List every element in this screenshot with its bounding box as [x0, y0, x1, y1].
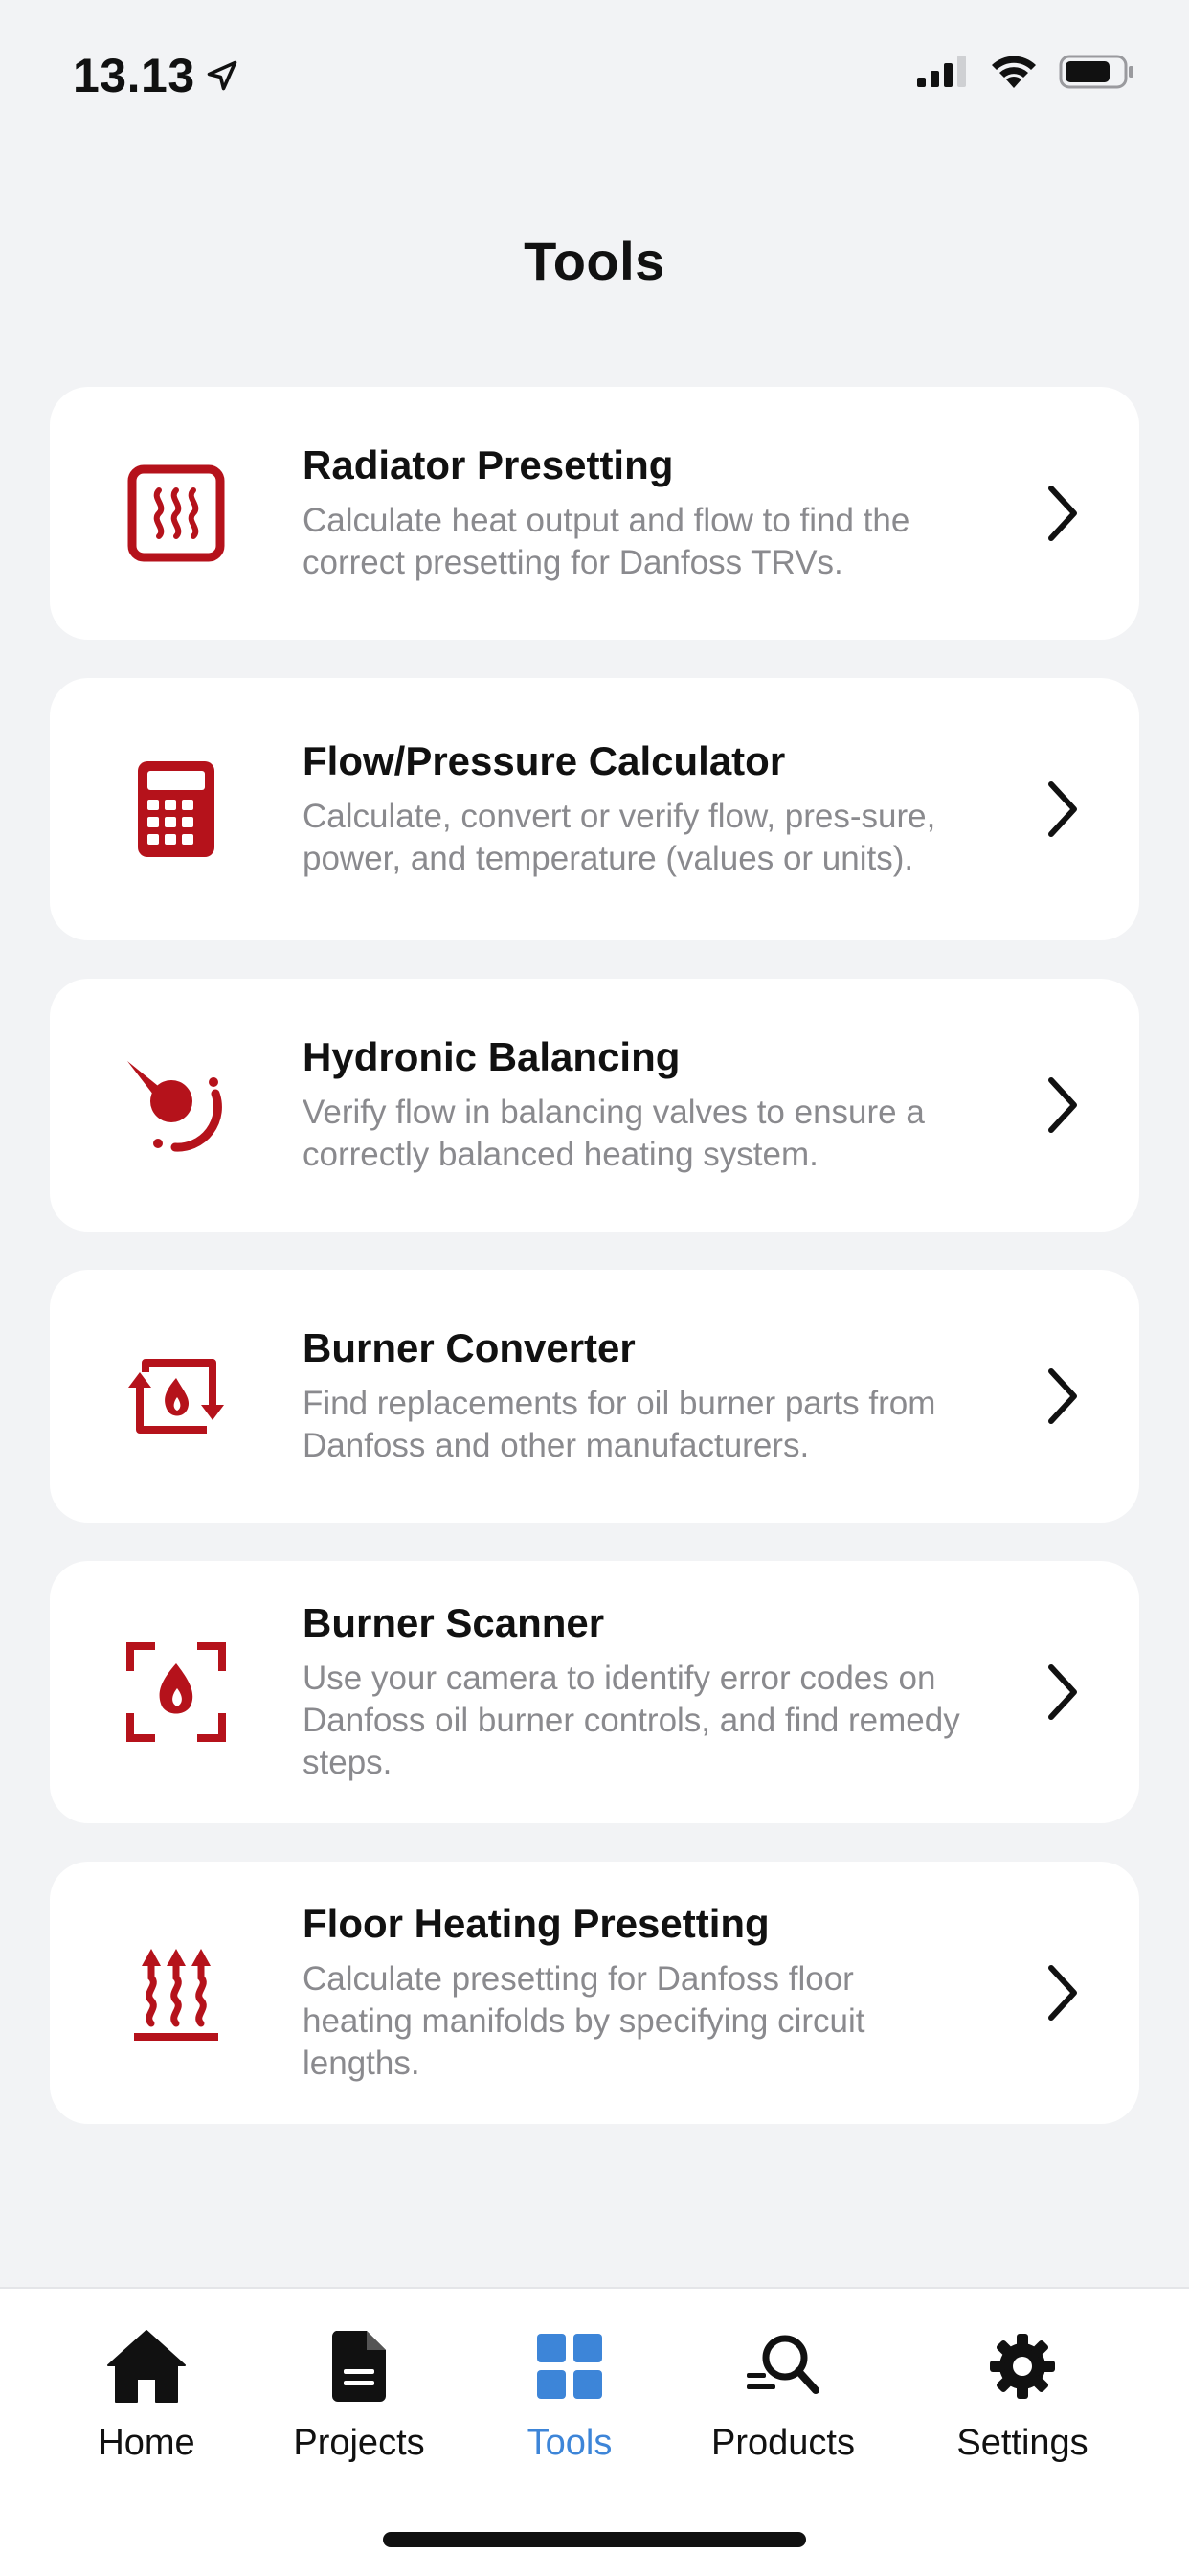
tool-text: Flow/Pressure Calculator Calculate, conv… [303, 738, 1024, 880]
tab-tools[interactable]: Tools [464, 2323, 675, 2464]
document-icon [331, 2331, 386, 2402]
tab-home[interactable]: Home [41, 2323, 252, 2464]
tool-icon-container [50, 1642, 303, 1742]
balancing-gauge-icon [127, 1061, 222, 1152]
tab-label: Projects [293, 2423, 425, 2463]
tool-icon-container [50, 759, 303, 859]
tab-label: Tools [527, 2423, 613, 2463]
chevron-right-icon [1024, 1962, 1082, 2023]
tool-description: Verify flow in balancing valves to ensur… [303, 1094, 925, 1173]
home-icon [107, 2330, 186, 2403]
tool-card-flow-pressure-calculator[interactable]: Flow/Pressure Calculator Calculate, conv… [50, 678, 1139, 940]
tab-label: Products [711, 2423, 855, 2463]
search-icon [747, 2335, 819, 2394]
tool-description: Calculate heat output and flow to find t… [303, 502, 910, 581]
tool-text: Burner Converter Find replacements for o… [303, 1325, 1024, 1467]
tool-title: Hydronic Balancing [303, 1034, 681, 1079]
chevron-right-icon [1024, 1661, 1082, 1723]
tool-icon-container [50, 1055, 303, 1155]
tab-label: Settings [956, 2423, 1088, 2463]
tool-card-burner-converter[interactable]: Burner Converter Find replacements for o… [50, 1270, 1139, 1523]
burner-converter-icon [128, 1359, 224, 1434]
chevron-right-icon [1024, 1074, 1082, 1136]
tool-icon-container [50, 1943, 303, 2043]
location-arrow-icon [207, 60, 236, 91]
tool-card-radiator-presetting[interactable]: Radiator Presetting Calculate heat outpu… [50, 387, 1139, 640]
status-time: 13.13 [73, 48, 239, 103]
tab-settings[interactable]: Settings [917, 2323, 1128, 2464]
tool-text: Floor Heating Presetting Calculate prese… [303, 1901, 1024, 2085]
chevron-right-icon [1024, 1366, 1082, 1427]
tool-description: Use your camera to identify error codes … [303, 1660, 960, 1781]
tool-title: Floor Heating Presetting [303, 1901, 770, 1946]
radiator-icon [127, 464, 225, 562]
tool-card-burner-scanner[interactable]: Burner Scanner Use your camera to identi… [50, 1561, 1139, 1823]
tool-title: Burner Scanner [303, 1600, 605, 1645]
tool-title: Flow/Pressure Calculator [303, 738, 786, 783]
chevron-right-icon [1024, 779, 1082, 840]
tool-title: Radiator Presetting [303, 442, 674, 487]
tab-bar: Home Projects Tools Products Settings [0, 2287, 1189, 2576]
tab-label: Home [98, 2423, 195, 2463]
wifi-icon [992, 56, 1036, 88]
tool-title: Burner Converter [303, 1325, 636, 1370]
tool-icon-container [50, 463, 303, 563]
tool-list: Radiator Presetting Calculate heat outpu… [50, 387, 1139, 2124]
chevron-right-icon [1024, 483, 1082, 544]
burner-scanner-icon [126, 1642, 226, 1742]
page-title: Tools [524, 231, 665, 291]
status-bar: 13.13 [0, 0, 1189, 144]
status-time-text: 13.13 [73, 49, 195, 102]
tool-text: Hydronic Balancing Verify flow in balanc… [303, 1034, 1024, 1176]
tool-description: Find replacements for oil burner parts f… [303, 1385, 936, 1464]
tool-text: Burner Scanner Use your camera to identi… [303, 1600, 1024, 1784]
cellular-signal-icon [917, 56, 966, 87]
tab-projects[interactable]: Projects [254, 2323, 464, 2464]
tool-icon-container [50, 1353, 303, 1439]
tab-products[interactable]: Products [678, 2323, 888, 2464]
grid-icon [537, 2334, 602, 2399]
tool-description: Calculate, convert or verify flow, pres-… [303, 798, 936, 877]
status-indicators [915, 54, 1135, 90]
tool-description: Calculate presetting for Danfoss floor h… [303, 1960, 865, 2082]
battery-icon [1059, 55, 1133, 89]
gear-icon [990, 2334, 1055, 2399]
calculator-icon [138, 761, 214, 857]
tool-card-floor-heating-presetting[interactable]: Floor Heating Presetting Calculate prese… [50, 1862, 1139, 2124]
floor-heating-icon [134, 1949, 218, 2041]
home-indicator[interactable] [383, 2532, 806, 2547]
tool-card-hydronic-balancing[interactable]: Hydronic Balancing Verify flow in balanc… [50, 979, 1139, 1232]
tool-text: Radiator Presetting Calculate heat outpu… [303, 442, 1024, 584]
